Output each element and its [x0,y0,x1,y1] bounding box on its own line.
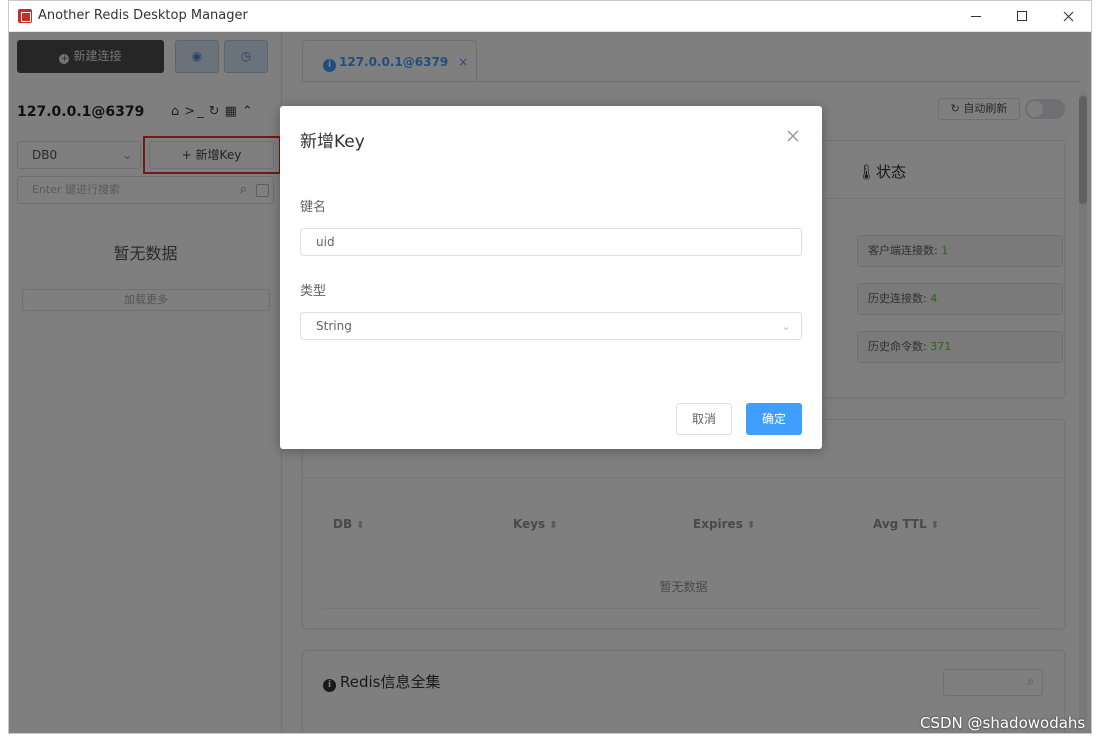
dialog-title: 新增Key [300,132,365,152]
chevron-down-icon: ⌄ [780,319,791,333]
key-name-label: 键名 [300,200,327,215]
watermark: CSDN @shadowodahs [920,714,1086,732]
new-key-dialog: 新增Key 键名 uid 类型 String ⌄ 取消 确定 [280,106,822,449]
close-icon[interactable] [785,128,801,144]
type-select[interactable]: String ⌄ [300,312,802,340]
title-bar: Another Redis Desktop Manager [9,1,1091,32]
cancel-button[interactable]: 取消 [676,403,732,435]
key-name-input[interactable]: uid [300,228,802,256]
app-window: Another Redis Desktop Manager +新建连接 ◉ ◷ … [8,0,1092,734]
app-logo-icon [18,9,32,23]
type-select-value: String [316,319,352,333]
minimize-icon [971,15,981,17]
close-icon [1063,11,1073,21]
maximize-button[interactable] [999,1,1045,32]
maximize-icon [1017,11,1027,21]
type-label: 类型 [300,284,327,299]
close-window-button[interactable] [1045,1,1091,32]
key-name-value: uid [316,235,335,249]
window-title: Another Redis Desktop Manager [38,8,248,23]
confirm-button[interactable]: 确定 [746,403,802,435]
minimize-button[interactable] [953,1,999,32]
